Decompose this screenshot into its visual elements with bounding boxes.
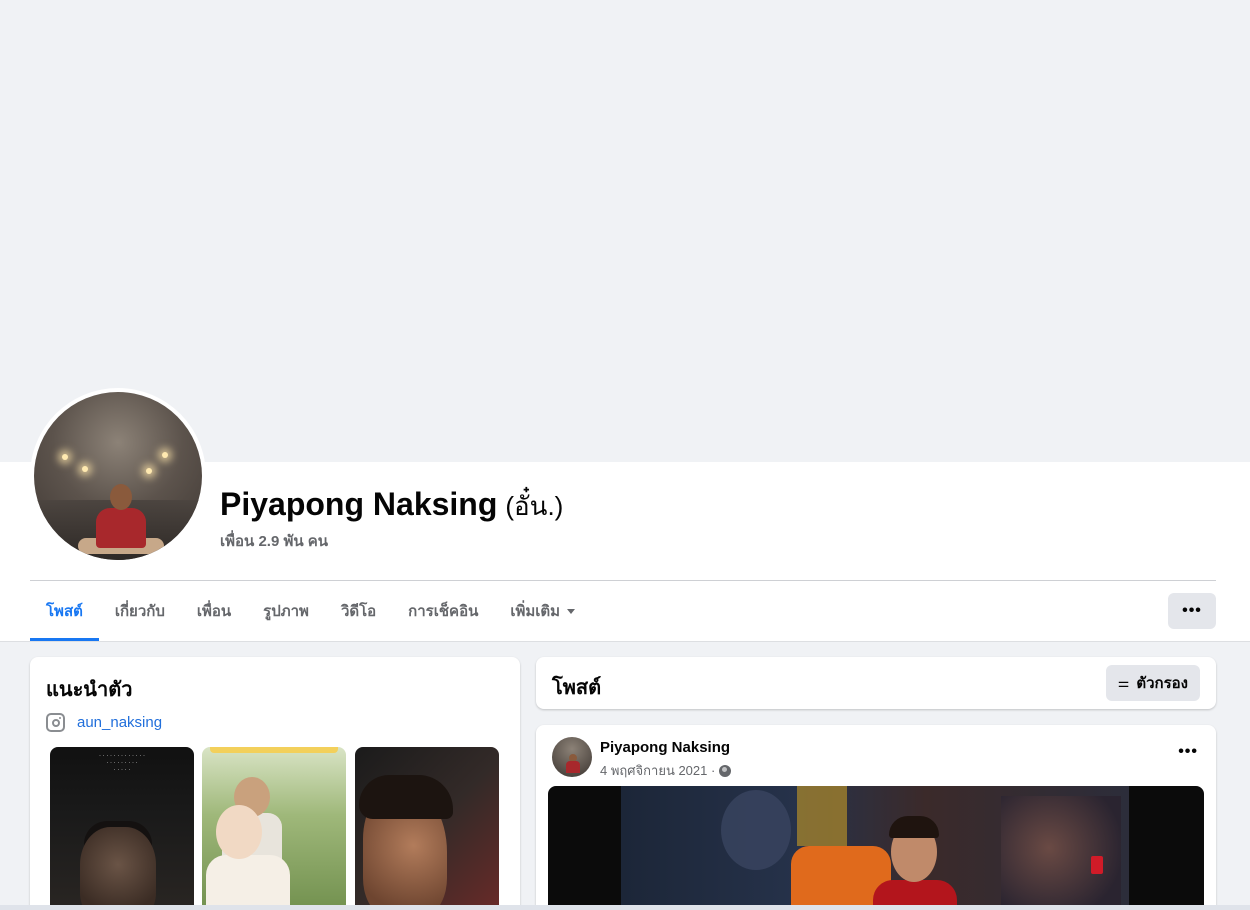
caret-down-icon (567, 608, 576, 614)
filter-sliders-icon: ⚌ (1117, 675, 1130, 690)
intro-title: แนะนำตัว (46, 679, 133, 701)
instagram-icon (46, 713, 65, 732)
posts-header-card: โพสต์ ⚌ ตัวกรอง (536, 657, 1216, 709)
bottom-edge (0, 905, 1250, 910)
profile-more-button[interactable]: ••• (1168, 593, 1216, 629)
post-author-avatar[interactable] (552, 737, 592, 777)
profile-avatar-image (34, 392, 202, 560)
friends-count[interactable]: เพื่อน 2.9 พัน คน (220, 529, 328, 553)
profile-tabs: โพสต์ เกี่ยวกับ เพื่อน รูปภาพ วิดีโอ การ… (30, 581, 591, 641)
posts-title: โพสต์ (552, 677, 602, 699)
instagram-link[interactable]: aun_naksing (77, 714, 162, 731)
featured-photo-1[interactable]: · · · · · · · · · · · · · · · · · · · · ·… (50, 747, 194, 910)
filter-button[interactable]: ⚌ ตัวกรอง (1105, 665, 1200, 701)
tab-more[interactable]: เพิ่มเติม (494, 581, 591, 641)
tab-posts[interactable]: โพสต์ (30, 581, 99, 641)
profile-name: Piyapong Naksing (220, 486, 498, 522)
globe-icon (719, 764, 732, 777)
profile-nickname: (อั๋น.) (505, 491, 564, 521)
profile-name-row: Piyapong Naksing (อั๋น.) (220, 486, 563, 527)
tab-checkins[interactable]: การเช็คอิน (392, 581, 494, 641)
post-more-icon[interactable]: ••• (1178, 743, 1198, 761)
tab-about[interactable]: เกี่ยวกับ (99, 581, 181, 641)
tab-photos[interactable]: รูปภาพ (247, 581, 325, 641)
tab-friends[interactable]: เพื่อน (181, 581, 247, 641)
post-timestamp[interactable]: 4 พฤศจิกายน 2021 · (600, 760, 732, 781)
post-author-name[interactable]: Piyapong Naksing (600, 739, 730, 756)
cover-photo[interactable] (0, 0, 1250, 462)
profile-avatar[interactable] (30, 388, 206, 564)
post-card: Piyapong Naksing 4 พฤศจิกายน 2021 · ••• (536, 725, 1216, 910)
tab-videos[interactable]: วิดีโอ (325, 581, 392, 641)
featured-photo-3[interactable] (355, 747, 499, 910)
post-image[interactable] (548, 786, 1204, 910)
more-dots-icon: ••• (1182, 602, 1202, 619)
featured-photo-2[interactable] (202, 747, 346, 910)
